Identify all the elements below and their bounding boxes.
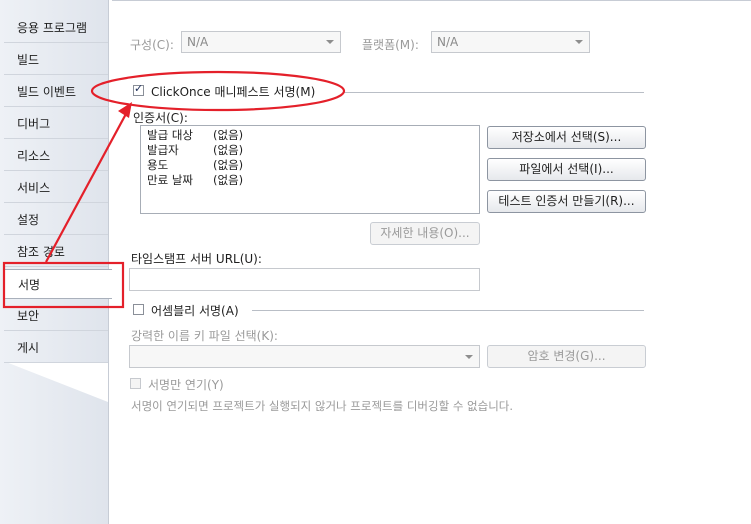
annotation-arrow-line — [45, 111, 128, 263]
annotation-overlay — [2, 70, 346, 309]
annotation-box — [2, 261, 125, 309]
